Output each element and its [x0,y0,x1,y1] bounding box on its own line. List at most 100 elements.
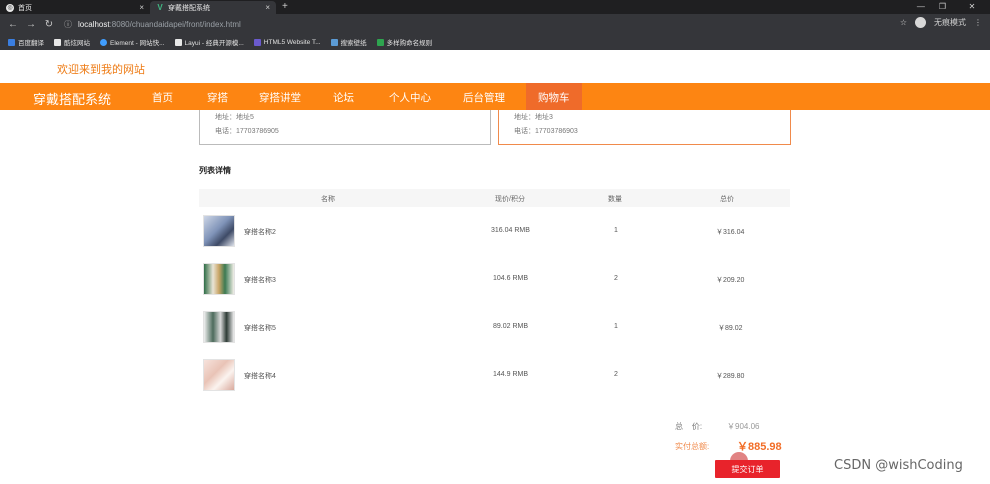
table-row[interactable]: 穿搭名称3 104.6 RMB 2 ￥209.20 [199,259,790,304]
paid-total-label: 实付总额: [675,442,710,451]
phone-text: 电话：17703786905 [215,128,279,135]
close-window-icon[interactable]: ✕ [960,1,984,13]
bookmark-label: HTML5 Website T... [263,38,321,46]
bookmark-item[interactable]: 多样购命名规则 [376,37,432,47]
url-field[interactable]: ⓘ localhost :8080/chuandaidapei/front/in… [64,16,942,32]
tab-title: 穿戴搭配系统 [168,4,210,12]
bookmark-item[interactable]: HTML5 Website T... [253,38,321,46]
close-tab-icon[interactable]: × [139,3,144,12]
product-qty: 1 [614,323,618,330]
browser-tab-bar: ◎ 首页 × V 穿戴搭配系统 × + — ❐ ✕ [0,0,990,14]
product-thumbnail[interactable] [203,215,235,247]
menu-icon[interactable]: ⋮ [974,18,982,27]
back-icon[interactable]: ← [8,19,18,30]
bookmark-icon [174,38,182,46]
product-price: 144.9 RMB [493,371,529,378]
tab-title: 首页 [18,4,32,12]
bookmark-item[interactable]: 百度翻译 [8,37,44,47]
total-price-label: 总 价: [675,422,703,431]
column-header-total: 总价 [720,196,734,203]
nav-outfits[interactable]: 穿搭 [207,90,228,105]
product-name: 穿搭名称4 [244,373,276,380]
nav-admin[interactable]: 后台管理 [463,90,505,105]
bookmark-label: 酷炫网站 [64,40,90,47]
site-brand[interactable]: 穿戴搭配系统 [33,89,111,108]
restore-icon[interactable]: ❐ [939,1,946,13]
bookmark-item[interactable]: Element - 网站快... [100,37,165,47]
bookmark-label: Element - 网站快... [110,40,165,47]
product-qty: 1 [614,227,618,234]
close-tab-icon[interactable]: × [265,3,270,12]
address-bar-actions: ☆ 无痕模式 ⋮ [900,17,982,28]
product-name: 穿搭名称3 [244,277,276,284]
new-tab-icon[interactable]: + [282,1,288,13]
bookmark-icon [54,38,61,46]
address-bar: ← → ↻ ⓘ localhost :8080/chuandaidapei/fr… [0,14,990,34]
column-header-price: 现价/积分 [495,196,525,203]
incognito-icon [915,17,926,28]
bookmark-icon [330,38,338,46]
bookmark-label: Layui - 经典开源模... [184,40,244,47]
bookmark-star-icon[interactable]: ☆ [900,18,907,27]
vue-logo-icon: V [157,3,163,12]
bookmark-item[interactable]: Layui - 经典开源模... [174,37,244,47]
welcome-text: 欢迎来到我的网站 [57,64,145,76]
nav-home[interactable]: 首页 [152,90,173,105]
column-header-name: 名称 [321,196,335,203]
minimize-icon[interactable]: — [917,1,925,13]
product-price: 104.6 RMB [493,275,529,282]
bookmark-item[interactable]: 酷炫网站 [54,37,90,47]
product-total: ￥289.80 [716,373,745,380]
globe-icon: ◎ [6,3,14,12]
table-header: 名称 现价/积分 数量 总价 [199,189,790,207]
forward-icon[interactable]: → [26,19,36,30]
url-path: :8080/chuandaidapei/front/index.html [109,19,241,29]
table-row[interactable]: 穿搭名称2 316.04 RMB 1 ￥316.04 [199,211,790,256]
product-thumbnail[interactable] [203,311,235,343]
submit-order-button[interactable]: 提交订单 [715,460,780,478]
bookmark-item[interactable]: 搜索壁纸 [330,37,367,47]
address-card[interactable]: 地址：地址5 电话：17703786905 [199,110,491,145]
paid-total-value: ￥885.98 [737,441,782,453]
table-row[interactable]: 穿搭名称5 89.02 RMB 1 ￥89.02 [199,307,790,352]
browser-tab-home[interactable]: ◎ 首页 × [0,1,150,14]
product-total: ￥89.02 [718,325,743,332]
watermark-text: CSDN @wishCoding [834,458,963,473]
product-price: 316.04 RMB [491,227,530,234]
bookmark-icon [100,38,107,46]
site-info-icon[interactable]: ⓘ [64,19,72,30]
main-navbar: 穿戴搭配系统 首页 穿搭 穿搭讲堂 论坛 个人中心 后台管理 购物车 [0,83,990,110]
product-qty: 2 [614,275,618,282]
total-price-value: ￥904.06 [727,422,760,431]
product-thumbnail[interactable] [203,263,235,295]
reload-icon[interactable]: ↻ [44,19,54,30]
product-name: 穿搭名称2 [244,229,276,236]
product-qty: 2 [614,371,618,378]
column-header-qty: 数量 [608,196,622,203]
nav-profile[interactable]: 个人中心 [389,90,431,105]
bookmark-label: 搜索壁纸 [340,40,367,47]
bookmarks-bar: 百度翻译 酷炫网站 Element - 网站快... Layui - 经典开源模… [0,34,990,50]
browser-tab-active[interactable]: V 穿戴搭配系统 × [150,1,276,14]
nav-forum[interactable]: 论坛 [333,90,354,105]
bookmark-label: 百度翻译 [18,40,44,47]
bookmark-icon [253,38,261,46]
nav-lectures[interactable]: 穿搭讲堂 [259,90,301,105]
address-text: 地址：地址3 [514,114,553,121]
address-text: 地址：地址5 [215,114,254,121]
window-controls: — ❐ ✕ [917,1,984,13]
table-row[interactable]: 穿搭名称4 144.9 RMB 2 ￥289.80 [199,355,790,400]
list-title: 列表详情 [199,166,231,175]
product-price: 89.02 RMB [493,323,529,330]
url-host: localhost [78,19,110,29]
address-card-selected[interactable]: 地址：地址3 电话：17703786903 [498,110,791,145]
bookmark-icon [376,38,384,46]
product-thumbnail[interactable] [203,359,235,391]
product-name: 穿搭名称5 [244,325,276,332]
bookmark-icon [8,38,15,46]
product-total: ￥316.04 [716,229,745,236]
incognito-label: 无痕模式 [934,18,966,27]
nav-cart[interactable]: 购物车 [526,83,582,110]
phone-text: 电话：17703786903 [514,128,578,135]
product-total: ￥209.20 [716,277,745,284]
